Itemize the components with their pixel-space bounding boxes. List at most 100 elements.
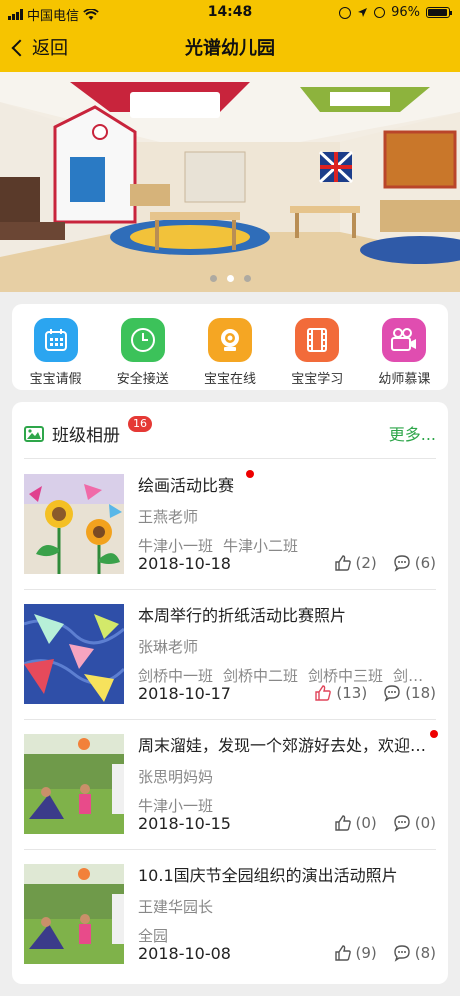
baby-learning-button[interactable]: 宝宝学习 — [274, 304, 361, 390]
battery-percent: 96% — [391, 5, 420, 20]
item-author: 张思明妈妈 — [138, 768, 214, 786]
new-indicator — [246, 470, 254, 478]
item-stats: (0) (0) — [318, 814, 436, 832]
item-date: 2018-10-17 — [138, 684, 231, 703]
album-title: 班级相册 — [52, 426, 120, 446]
classroom-photo — [0, 72, 460, 292]
item-classes: 全园 — [138, 925, 438, 946]
teacher-mooc-button[interactable]: 幼师慕课 — [361, 304, 448, 390]
class-tag: 剑桥中四班 — [393, 667, 438, 685]
item-author: 张琳老师 — [138, 638, 199, 656]
comment-button[interactable]: (6) — [393, 554, 436, 572]
page-title: 光谱幼儿园 — [185, 38, 275, 59]
class-album-card: 班级相册 16 更多... 绘画活动比赛 王燕老师 牛津小一班 牛津小二班 20… — [12, 402, 448, 984]
item-author: 王建华园长 — [138, 898, 214, 916]
like-button[interactable]: (9) — [334, 944, 377, 962]
item-classes: 牛津小一班 — [138, 795, 438, 816]
item-stats: (13) (18) — [298, 684, 436, 702]
item-title: 本周举行的折纸活动比赛照片 — [138, 606, 347, 625]
new-indicator — [430, 730, 438, 738]
item-title: 周末溜娃，发现一个郊游好去处，欢迎大家一起来 — [138, 736, 428, 755]
menu-label: 宝宝在线 — [204, 372, 257, 387]
class-tag: 剑桥中三班 — [308, 667, 384, 685]
image-icon — [24, 426, 44, 442]
album-list-item[interactable]: 绘画活动比赛 王燕老师 牛津小一班 牛津小二班 2018-10-18 (2) (6… — [12, 460, 448, 590]
comment-button[interactable]: (8) — [393, 944, 436, 962]
status-bar: 中国电信 14:48 96% — [0, 0, 460, 26]
carousel-indicator — [0, 275, 460, 282]
nav-bar: 返回 光谱幼儿园 — [0, 30, 460, 66]
class-tag: 牛津小一班 — [138, 537, 214, 555]
item-stats: (2) (6) — [318, 554, 436, 572]
video-camera-icon — [382, 318, 427, 362]
like-count: (2) — [355, 554, 377, 572]
thumbs-up-icon — [334, 945, 351, 961]
item-date: 2018-10-08 — [138, 944, 231, 963]
comment-count: (8) — [414, 944, 436, 962]
webcam-icon — [208, 318, 252, 362]
thumbs-up-icon — [334, 815, 351, 831]
class-tag: 牛津小一班 — [138, 797, 214, 815]
like-count: (9) — [355, 944, 377, 962]
alarm-icon — [374, 7, 386, 18]
carousel-dot[interactable] — [209, 275, 217, 282]
unread-badge: 16 — [128, 416, 152, 432]
class-tag: 全园 — [138, 927, 169, 945]
comment-count: (6) — [414, 554, 436, 572]
like-button[interactable]: (13) — [314, 684, 367, 702]
item-classes: 牛津小一班 牛津小二班 — [138, 535, 438, 556]
thumbs-up-icon — [334, 555, 351, 571]
album-list-item[interactable]: 10.1国庆节全园组织的演出活动照片 王建华园长 全园 2018-10-08 (… — [12, 850, 448, 980]
comment-icon — [394, 945, 410, 962]
item-stats: (9) (8) — [318, 944, 436, 962]
battery-icon — [426, 7, 452, 18]
item-title: 绘画活动比赛 — [138, 476, 235, 495]
more-link[interactable]: 更多... — [389, 421, 436, 445]
app-header: 中国电信 14:48 96% 返回 光谱幼儿园 — [0, 0, 460, 72]
album-thumbnail — [24, 734, 124, 834]
like-count: (0) — [355, 814, 377, 832]
comment-icon — [384, 685, 400, 702]
class-tag: 牛津小二班 — [223, 537, 299, 555]
item-author: 王燕老师 — [138, 508, 199, 526]
clock-icon — [120, 318, 165, 362]
comment-count: (18) — [405, 684, 436, 702]
comment-icon — [394, 815, 410, 832]
divider — [24, 458, 436, 459]
menu-label: 幼师慕课 — [378, 372, 431, 387]
item-title: 10.1国庆节全园组织的演出活动照片 — [138, 866, 398, 885]
menu-label: 宝宝请假 — [29, 372, 82, 387]
thumbs-up-icon-liked — [315, 685, 332, 701]
safe-pickup-button[interactable]: 安全接送 — [99, 304, 186, 390]
item-date: 2018-10-18 — [138, 554, 231, 573]
calendar-icon — [33, 318, 78, 362]
menu-label: 宝宝学习 — [291, 372, 344, 387]
like-button[interactable]: (0) — [334, 814, 377, 832]
carousel-dot[interactable] — [243, 275, 251, 282]
location-icon — [358, 8, 368, 17]
class-tag: 剑桥中二班 — [223, 667, 299, 685]
album-thumbnail — [24, 604, 124, 704]
film-icon — [295, 318, 340, 362]
like-count: (13) — [336, 684, 368, 702]
like-button[interactable]: (2) — [334, 554, 377, 572]
album-thumbnail — [24, 864, 124, 964]
album-header: 班级相册 16 更多... — [12, 416, 448, 452]
album-thumbnail — [24, 474, 124, 574]
comment-button[interactable]: (18) — [383, 684, 436, 702]
comment-icon — [394, 555, 410, 572]
album-list-item[interactable]: 本周举行的折纸活动比赛照片 张琳老师 剑桥中一班剑桥中二班剑桥中三班剑桥中四班 … — [12, 590, 448, 720]
class-tag: 剑桥中一班 — [138, 667, 214, 685]
rotation-lock-icon — [339, 6, 352, 19]
item-date: 2018-10-15 — [138, 814, 231, 833]
comment-button[interactable]: (0) — [393, 814, 436, 832]
leave-request-button[interactable]: 宝宝请假 — [12, 304, 99, 390]
banner-carousel[interactable] — [0, 72, 460, 292]
item-classes: 剑桥中一班剑桥中二班剑桥中三班剑桥中四班 — [138, 665, 438, 686]
comment-count: (0) — [414, 814, 436, 832]
album-list-item[interactable]: 周末溜娃，发现一个郊游好去处，欢迎大家一起来 张思明妈妈 牛津小一班 2018-… — [12, 720, 448, 850]
carousel-dot-active[interactable] — [226, 275, 234, 282]
quick-menu: 宝宝请假 安全接送 宝宝在线 宝宝学习 幼师慕课 — [12, 304, 448, 390]
baby-online-button[interactable]: 宝宝在线 — [186, 304, 273, 390]
menu-label: 安全接送 — [116, 372, 169, 387]
